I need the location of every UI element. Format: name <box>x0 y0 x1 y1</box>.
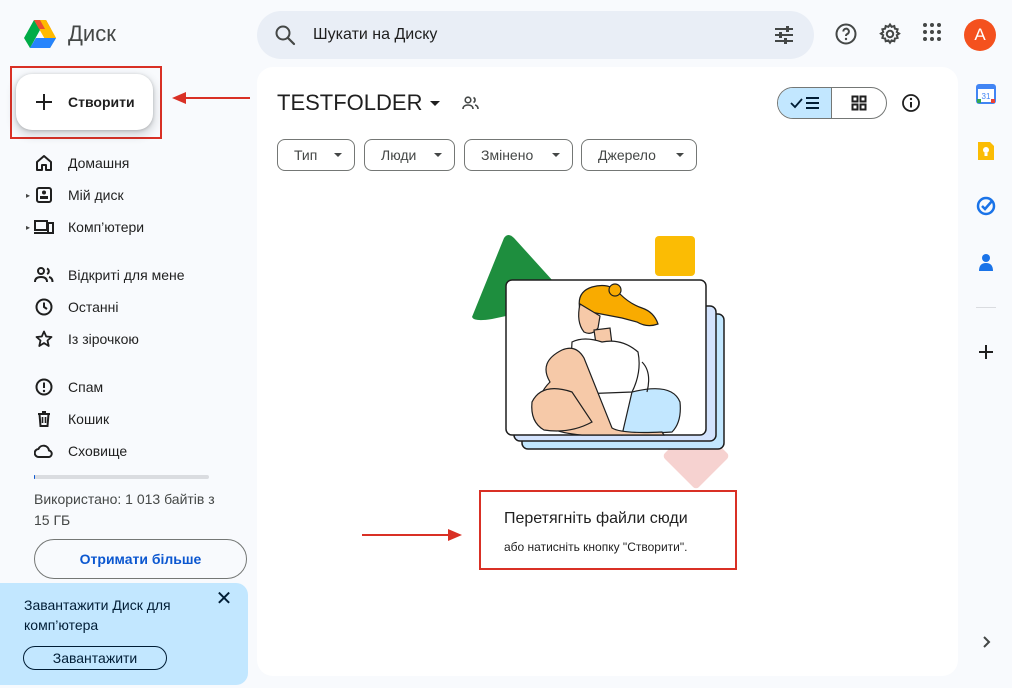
rail-divider <box>976 307 996 308</box>
main-panel: TESTFOLDER Тип Люди Змінено Джерело Пере… <box>257 67 958 676</box>
cloud-icon <box>34 441 54 461</box>
search-input[interactable]: Шукати на Диску <box>313 26 437 44</box>
chevron-down-icon <box>676 153 684 157</box>
share-people-icon[interactable] <box>461 94 481 112</box>
filter-label: Джерело <box>598 147 656 163</box>
chevron-down-icon <box>552 153 560 157</box>
sidebar-item-starred[interactable]: Із зірочкою <box>26 327 226 351</box>
calendar-icon[interactable]: 31 <box>976 84 996 104</box>
gear-icon[interactable] <box>878 22 902 46</box>
info-icon[interactable] <box>901 93 921 113</box>
sidebar-item-label: Кошик <box>68 411 110 427</box>
sidebar-item-shared[interactable]: Відкриті для мене <box>26 263 226 287</box>
home-icon <box>34 153 54 173</box>
contacts-icon[interactable] <box>976 252 996 272</box>
clock-icon <box>34 297 54 317</box>
desktop-promo: Завантажити Диск для комп’ютера ✕ Завант… <box>0 583 248 685</box>
computers-icon <box>34 217 54 237</box>
header: Диск Шукати на Диску A <box>0 0 1012 68</box>
chevron-down-icon <box>334 153 342 157</box>
drive-logo-icon <box>24 20 56 48</box>
promo-text: Завантажити Диск для комп’ютера <box>24 597 171 633</box>
plus-icon <box>34 92 54 112</box>
drive-logo[interactable]: Диск <box>22 16 116 52</box>
storage-bar <box>34 475 209 479</box>
checkmark-list-icon <box>789 97 819 109</box>
annotation-arrow-left <box>172 92 250 104</box>
search-icon[interactable] <box>273 23 297 47</box>
search-options-icon[interactable] <box>772 23 796 47</box>
chevron-down-icon[interactable] <box>430 100 441 106</box>
sidebar-item-spam[interactable]: Спам <box>26 375 226 399</box>
get-more-storage-button[interactable]: Отримати більше <box>34 539 247 579</box>
filter-chip-type[interactable]: Тип <box>277 139 355 171</box>
empty-folder-illustration <box>472 235 729 489</box>
sidebar-item-label: Комп’ютери <box>68 219 145 235</box>
expand-caret-icon[interactable]: ▸ <box>26 223 34 232</box>
search-bar[interactable]: Шукати на Диску <box>257 11 814 59</box>
storage-bar-fill <box>34 475 35 479</box>
filter-label: Люди <box>381 147 417 163</box>
filter-chip-people[interactable]: Люди <box>364 139 455 171</box>
close-icon[interactable]: ✕ <box>214 589 234 609</box>
sidebar-item-home[interactable]: Домашня <box>26 151 226 175</box>
list-view-button[interactable] <box>778 88 833 118</box>
sidebar-item-label: Домашня <box>68 155 130 171</box>
sidebar-item-label: Сховище <box>68 443 128 459</box>
sidebar-item-label: Останні <box>68 299 119 315</box>
filter-label: Змінено <box>481 147 534 163</box>
expand-caret-icon[interactable]: ▸ <box>26 191 34 200</box>
spam-icon <box>34 377 54 397</box>
new-button[interactable]: Створити <box>16 74 153 130</box>
avatar[interactable]: A <box>964 19 996 51</box>
folder-title-text: TESTFOLDER <box>277 90 423 115</box>
sidebar-item-my-drive[interactable]: ▸ Мій диск <box>26 183 226 207</box>
folder-title[interactable]: TESTFOLDER <box>277 90 441 116</box>
filter-label: Тип <box>294 147 318 163</box>
app-title: Диск <box>68 21 116 46</box>
grid-icon <box>851 95 867 111</box>
filter-chip-modified[interactable]: Змінено <box>464 139 573 171</box>
trash-icon <box>34 409 54 429</box>
sidebar-item-storage[interactable]: Сховище <box>26 439 226 463</box>
empty-state-subtitle: або натисніть кнопку "Створити". <box>504 540 688 554</box>
annotation-box-empty <box>479 490 737 570</box>
filter-chip-source[interactable]: Джерело <box>581 139 697 171</box>
sidebar-item-computers[interactable]: ▸ Комп’ютери <box>26 215 226 239</box>
chevron-right-icon[interactable] <box>976 632 996 652</box>
sidebar-item-label: Із зірочкою <box>68 331 139 347</box>
keep-icon[interactable] <box>976 140 996 162</box>
sidebar-item-recent[interactable]: Останні <box>26 295 226 319</box>
storage-text: Використано: 1 013 байтів з 15 ГБ <box>34 491 215 528</box>
tasks-icon[interactable] <box>976 196 996 216</box>
download-button[interactable]: Завантажити <box>23 646 167 670</box>
shared-icon <box>34 265 54 285</box>
apps-grid-icon[interactable] <box>922 22 942 42</box>
chevron-down-icon <box>434 153 442 157</box>
calendar-day: 31 <box>982 92 991 101</box>
star-icon <box>34 329 54 349</box>
add-addon-icon[interactable] <box>976 342 996 362</box>
sidebar-item-trash[interactable]: Кошик <box>26 407 226 431</box>
my-drive-icon <box>34 185 54 205</box>
help-icon[interactable] <box>834 22 858 46</box>
new-button-label: Створити <box>68 94 135 110</box>
sidebar-item-label: Відкриті для мене <box>68 267 185 283</box>
empty-state-title: Перетягніть файли сюди <box>504 510 688 527</box>
sidebar-item-label: Спам <box>68 379 104 395</box>
grid-view-button[interactable] <box>832 88 886 118</box>
annotation-arrow-right <box>362 529 462 541</box>
sidebar-item-label: Мій диск <box>68 187 124 203</box>
view-toggle[interactable] <box>777 87 887 119</box>
